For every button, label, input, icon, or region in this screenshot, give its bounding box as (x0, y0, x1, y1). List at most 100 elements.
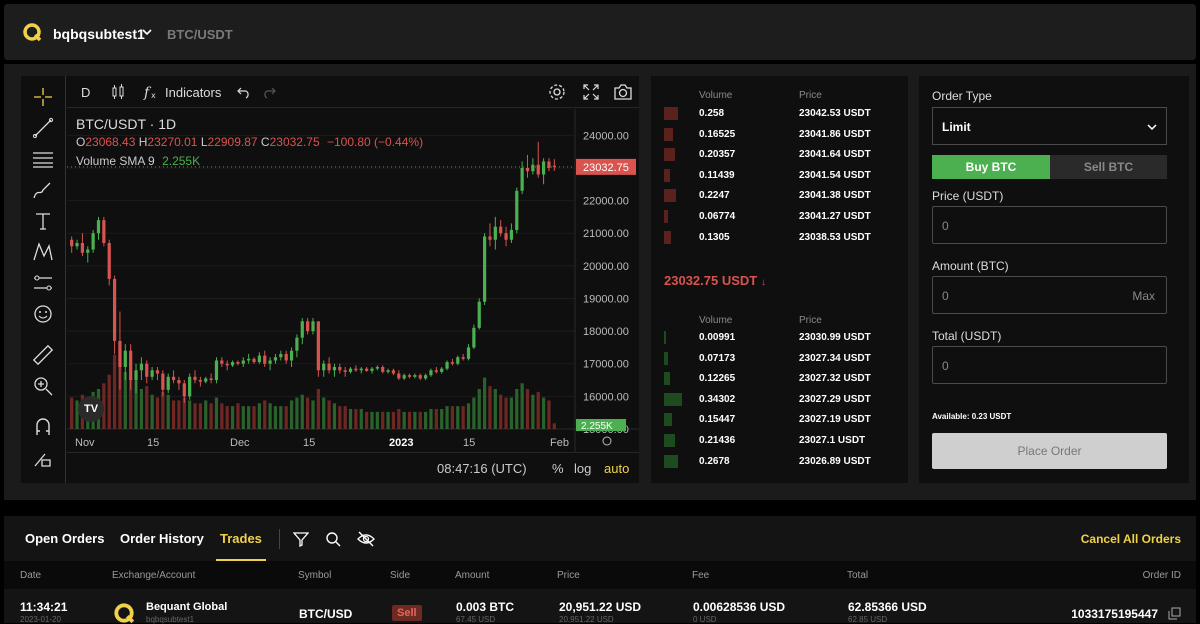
auto-scale-button[interactable]: auto (604, 461, 629, 476)
filter-icon[interactable] (293, 531, 309, 547)
max-button[interactable]: Max (1132, 289, 1155, 303)
low-label: L (200, 135, 208, 149)
zoom-in-icon[interactable] (31, 374, 55, 398)
candle-body (182, 383, 186, 397)
col-order-id[interactable]: Order ID (1143, 570, 1181, 581)
candle-body (343, 370, 347, 372)
camera-icon[interactable] (613, 83, 633, 101)
bid-row[interactable]: 0.12265 23027.32 USDT (651, 370, 908, 388)
volume-bar (461, 406, 465, 429)
ask-depth-bar (664, 127, 673, 141)
tradingview-logo-icon[interactable]: TV (78, 396, 104, 422)
col-date[interactable]: Date (20, 570, 41, 581)
candle-body (316, 321, 320, 371)
ask-depth-bar (664, 168, 670, 182)
tab-order-history[interactable]: Order History (120, 531, 204, 546)
horizontal-lines-icon[interactable] (31, 147, 55, 171)
ask-row[interactable]: 0.16525 23041.86 USDT (651, 126, 908, 144)
ask-row[interactable]: 0.2247 23041.38 USDT (651, 187, 908, 205)
bid-volume: 0.2678 (699, 455, 730, 467)
copy-icon[interactable] (1168, 607, 1181, 620)
bid-row[interactable]: 0.07173 23027.34 USDT (651, 350, 908, 368)
tab-open-orders[interactable]: Open Orders (25, 531, 104, 546)
text-tool-icon[interactable] (31, 209, 55, 233)
bequant-logo-icon (23, 23, 42, 42)
emoji-icon[interactable] (31, 302, 55, 326)
col-exchange[interactable]: Exchange/Account (112, 570, 195, 581)
col-side[interactable]: Side (390, 570, 410, 581)
volume-bar (493, 389, 497, 429)
total-input[interactable]: 0 (932, 346, 1167, 384)
asks-price-header: Price (799, 90, 822, 101)
candle-body (402, 375, 406, 379)
indicators-button[interactable]: Indicators (165, 85, 221, 100)
buy-tab[interactable]: Buy BTC (932, 155, 1050, 179)
ruler-icon[interactable] (31, 343, 55, 367)
candle-type-icon[interactable] (111, 84, 125, 100)
hide-icon[interactable] (357, 530, 375, 548)
redo-icon[interactable] (262, 85, 276, 99)
col-symbol[interactable]: Symbol (298, 570, 331, 581)
place-order-button[interactable]: Place Order (932, 433, 1167, 469)
chevron-down-icon[interactable] (141, 26, 153, 38)
bid-price: 23027.1 USDT (799, 435, 866, 446)
ask-row[interactable]: 0.11439 23041.54 USDT (651, 167, 908, 185)
pattern-icon[interactable] (31, 240, 55, 264)
magnet-icon[interactable] (31, 415, 55, 439)
ask-row[interactable]: 0.20357 23041.64 USDT (651, 146, 908, 164)
ask-volume: 0.20357 (699, 149, 736, 161)
col-fee[interactable]: Fee (692, 570, 709, 581)
search-icon[interactable] (325, 531, 341, 547)
col-amount[interactable]: Amount (455, 570, 489, 581)
bid-row[interactable]: 0.00991 23030.99 USDT (651, 329, 908, 347)
lock-drawings-icon[interactable] (31, 446, 55, 470)
indicators-icon[interactable]: fx (143, 84, 159, 100)
interval-button[interactable]: D (81, 85, 90, 100)
order-book: Volume Price 0.258 23042.53 USDT 0.16525 23… (651, 76, 908, 483)
cancel-all-orders-button[interactable]: Cancel All Orders (1081, 532, 1181, 546)
volume-bar (322, 397, 326, 429)
volume-bar (289, 400, 294, 429)
volume-bar (338, 406, 342, 429)
trend-line-icon[interactable] (31, 116, 55, 140)
candle-body (397, 373, 401, 379)
ask-row[interactable]: 0.258 23042.53 USDT (651, 105, 908, 123)
ask-row[interactable]: 0.06774 23041.27 USDT (651, 208, 908, 226)
candle-body (123, 350, 127, 367)
candle-body (257, 355, 261, 363)
volume-bar (166, 394, 170, 429)
price-input[interactable]: 0 (932, 206, 1167, 244)
fullscreen-icon[interactable] (582, 83, 600, 101)
bid-row[interactable]: 0.2678 23026.89 USDT (651, 453, 908, 471)
candle-body (70, 239, 74, 247)
bid-row[interactable]: 0.15447 23027.19 USDT (651, 411, 908, 429)
order-type-select[interactable]: Limit (932, 107, 1167, 145)
undo-icon[interactable] (237, 85, 251, 99)
volume-bar (198, 403, 202, 429)
col-price[interactable]: Price (557, 570, 580, 581)
side-badge: Sell (392, 605, 422, 621)
account-name[interactable]: bqbqsubtest1 (53, 26, 145, 42)
volume-bar (247, 406, 251, 429)
log-scale-button[interactable]: log (574, 461, 591, 476)
volume-bar (279, 406, 283, 429)
volume-bar (214, 397, 219, 429)
volume-bar (316, 389, 320, 429)
drawing-toolbar (21, 76, 66, 483)
col-total[interactable]: Total (847, 570, 868, 581)
percent-scale-button[interactable]: % (552, 461, 564, 476)
settings-gear-icon[interactable] (548, 83, 566, 101)
bid-row[interactable]: 0.34302 23027.29 USDT (651, 391, 908, 409)
ask-row[interactable]: 0.1305 23038.53 USDT (651, 229, 908, 247)
volume-bar (145, 386, 149, 429)
ask-depth-bar (664, 189, 676, 203)
sell-tab[interactable]: Sell BTC (1050, 155, 1167, 179)
amount-input[interactable]: 0 Max (932, 276, 1167, 314)
crosshair-icon[interactable] (31, 85, 55, 109)
volume-bar (359, 409, 363, 429)
forecast-icon[interactable] (31, 271, 55, 295)
bid-row[interactable]: 0.21436 23027.1 USDT (651, 432, 908, 450)
brush-icon[interactable] (31, 178, 55, 202)
tab-trades[interactable]: Trades (220, 531, 262, 546)
price-label: Price (USDT) (932, 189, 1004, 203)
